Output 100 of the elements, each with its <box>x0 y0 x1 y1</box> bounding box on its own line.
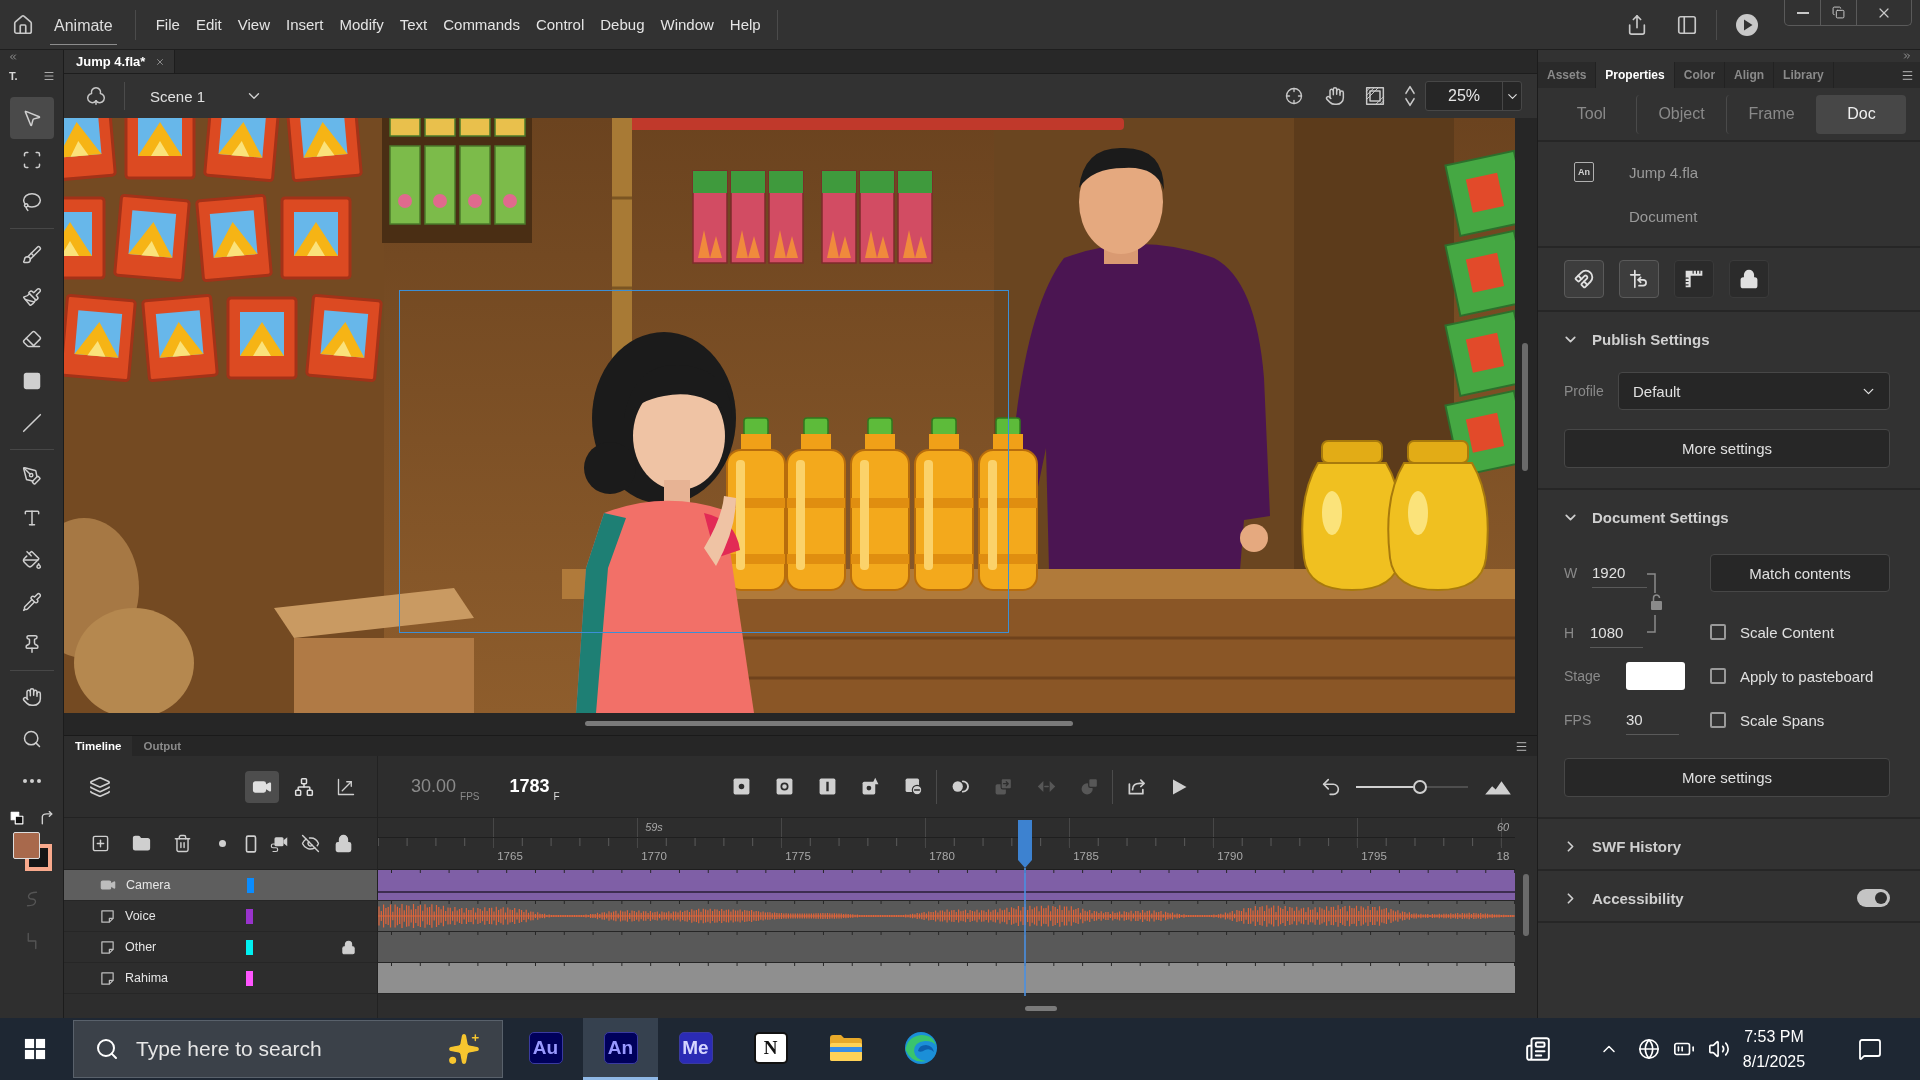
menu-item[interactable]: Insert <box>278 9 332 40</box>
toggle-switch[interactable] <box>1857 889 1890 907</box>
mode-tab[interactable]: Tool <box>1546 94 1636 134</box>
square-bar-icon[interactable] <box>817 777 837 796</box>
stroke-color-icon[interactable] <box>12 832 53 872</box>
checkbox[interactable] <box>1710 624 1726 640</box>
camera-link-icon[interactable] <box>270 834 288 853</box>
scrollbar-thumb[interactable] <box>1523 874 1529 936</box>
panel-tab[interactable]: Timeline <box>64 736 133 756</box>
menu-item[interactable]: Modify <box>331 9 392 40</box>
section-title[interactable]: SWF History <box>1592 837 1682 855</box>
trash-icon[interactable] <box>173 834 192 853</box>
share-icon[interactable] <box>1626 13 1648 36</box>
select-tool-button[interactable] <box>9 97 54 139</box>
clock-time[interactable]: 7:53 PM <box>1744 1027 1804 1046</box>
menu-item[interactable]: File <box>147 9 188 40</box>
checkbox[interactable] <box>1710 712 1726 728</box>
play-circle-icon[interactable] <box>1735 12 1759 37</box>
double-chevron-right-icon[interactable] <box>1902 51 1912 61</box>
stacked-squares-icon[interactable] <box>9 811 24 825</box>
close-icon[interactable] <box>155 56 166 67</box>
square-ring-icon[interactable] <box>774 777 794 796</box>
square-minus-icon[interactable] <box>903 777 923 796</box>
rulers-button[interactable] <box>1674 260 1714 298</box>
playhead[interactable] <box>1016 820 1033 996</box>
fill-color-icon[interactable] <box>12 832 40 859</box>
menu-item[interactable]: Control <box>527 9 593 40</box>
menu-item[interactable]: Window <box>652 9 722 40</box>
hatched-frame-icon[interactable] <box>1365 86 1385 106</box>
camera-view-button[interactable] <box>245 770 279 803</box>
profile-dropdown[interactable]: Default <box>1618 372 1890 410</box>
mode-tab[interactable]: Doc <box>1816 94 1906 134</box>
plus-square-icon[interactable] <box>91 834 110 853</box>
scrollbar-thumb[interactable] <box>585 721 1073 726</box>
speaker-icon[interactable] <box>1708 1038 1730 1060</box>
more-settings-button[interactable]: More settings <box>1564 429 1890 468</box>
square-dot-flag-icon[interactable] <box>860 777 880 796</box>
slider-thumb[interactable] <box>1413 779 1428 794</box>
section-title[interactable]: Publish Settings <box>1592 330 1710 348</box>
panel-layout-icon[interactable] <box>1676 13 1698 36</box>
workspace-app-name[interactable]: Animate <box>50 5 117 45</box>
height-field[interactable]: 1080 <box>1590 618 1643 648</box>
mode-tab[interactable]: Object <box>1636 94 1726 134</box>
lock-icon[interactable] <box>341 939 356 955</box>
menu-item[interactable]: Text <box>391 9 436 40</box>
panel-tab[interactable]: Library <box>1774 62 1834 88</box>
dot-icon[interactable] <box>219 840 226 847</box>
scene-name[interactable]: Scene 1 <box>150 87 206 105</box>
panel-tab[interactable]: Output <box>132 736 193 756</box>
folder-icon[interactable] <box>132 834 151 853</box>
lock-bracket-icon[interactable] <box>1647 573 1665 633</box>
menu-item[interactable]: Edit <box>187 9 230 40</box>
fps-value[interactable]: 30.00 <box>411 776 457 797</box>
stepper-arrows-icon[interactable] <box>1403 85 1417 107</box>
notification-icon[interactable] <box>1858 1037 1882 1061</box>
layer-row[interactable]: Camera <box>64 870 377 901</box>
double-chevron-left-icon[interactable] <box>8 52 18 62</box>
document-tab-title[interactable]: Jump 4.fla* <box>76 54 146 69</box>
fps-field[interactable]: 30 <box>1626 705 1679 735</box>
menu-item[interactable]: Commands <box>435 9 528 40</box>
panel-tab[interactable]: Properties <box>1596 62 1675 88</box>
panel-tab[interactable]: Align <box>1725 62 1775 88</box>
menu-item[interactable]: Help <box>721 9 769 40</box>
current-frame[interactable]: 1783 <box>509 776 550 797</box>
eye-off-icon[interactable] <box>301 834 320 853</box>
frame-ruler[interactable]: 59s 60 1765 1770 1775 1780 1785 1790 1795 18 <box>378 818 1515 870</box>
guides-button[interactable] <box>1619 260 1659 298</box>
section-title[interactable]: Document Settings <box>1592 508 1729 526</box>
more-settings-button[interactable]: More settings <box>1564 758 1890 797</box>
box-arrow-icon[interactable] <box>1126 777 1146 796</box>
zoom-dropdown[interactable]: 25% <box>1425 81 1522 111</box>
globe-icon[interactable] <box>1638 1038 1660 1060</box>
hand-icon[interactable] <box>1325 86 1345 106</box>
scrollbar-thumb[interactable] <box>1025 1006 1057 1011</box>
scrollbar-thumb[interactable] <box>1522 343 1528 471</box>
newspaper-icon[interactable] <box>1525 1036 1551 1062</box>
document-tab[interactable]: Jump 4.fla* <box>64 50 176 73</box>
club-icon[interactable] <box>86 86 106 106</box>
checkbox[interactable] <box>1710 668 1726 684</box>
play-icon[interactable] <box>1170 777 1188 796</box>
panel-tab[interactable]: Color <box>1674 62 1726 88</box>
bent-arrow-icon[interactable] <box>39 811 54 825</box>
taskbar-button[interactable]: An <box>583 1018 658 1080</box>
taskbar-button[interactable]: Au <box>508 1018 583 1080</box>
menu-icon[interactable] <box>1515 739 1528 753</box>
width-field[interactable]: 1920 <box>1592 558 1647 588</box>
menu-icon[interactable] <box>1901 68 1914 82</box>
menu-item[interactable]: Debug <box>592 9 653 40</box>
lock-icon[interactable] <box>334 834 353 853</box>
lock-button[interactable] <box>1729 260 1769 298</box>
taskbar-button[interactable]: N <box>733 1018 808 1080</box>
section-title[interactable]: Accessibility <box>1592 889 1684 907</box>
layers-icon[interactable] <box>89 775 111 798</box>
color-swatch-icon[interactable] <box>1626 662 1685 690</box>
taskbar-button[interactable]: Me <box>658 1018 733 1080</box>
crosshair-icon[interactable] <box>1285 87 1303 105</box>
menu-item[interactable]: View <box>229 9 278 40</box>
snap-button[interactable] <box>1564 260 1604 298</box>
match-contents-button[interactable]: Match contents <box>1710 554 1890 592</box>
clock-date[interactable]: 8/1/2025 <box>1742 1052 1806 1071</box>
